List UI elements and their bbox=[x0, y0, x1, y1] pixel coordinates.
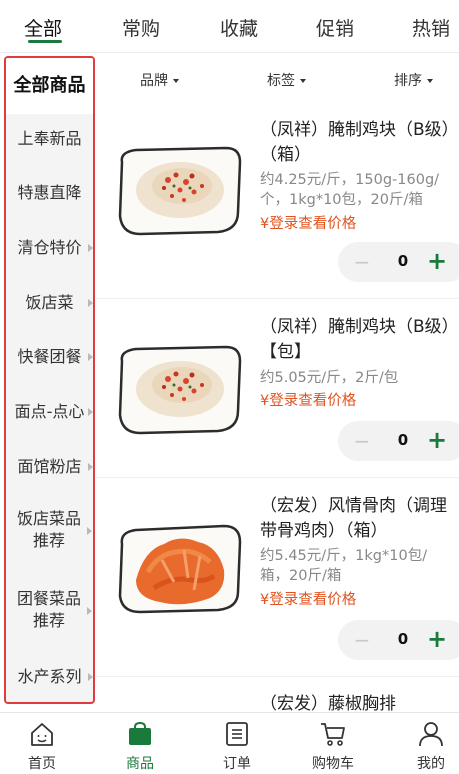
brand-filter[interactable]: 品牌 bbox=[140, 70, 179, 90]
cart-icon bbox=[321, 723, 345, 746]
decrease-quantity-button[interactable]: − bbox=[352, 628, 372, 652]
product-image bbox=[118, 524, 242, 614]
increase-quantity-button[interactable]: + bbox=[426, 247, 448, 275]
chevron-right-icon bbox=[88, 673, 93, 681]
sidebar-item-label: 上奉新品 bbox=[17, 129, 82, 148]
category-sidebar: 全部商品 上奉新品 特惠直降 清仓特价 饭店菜 快餐团餐 面点-点心 面馆粉店 … bbox=[4, 56, 95, 704]
chevron-right-icon bbox=[88, 408, 93, 416]
chevron-right-icon bbox=[87, 527, 92, 535]
caret-down-icon bbox=[173, 79, 179, 83]
product-name[interactable]: （宏发）风情骨肉（调理带骨鸡肉）（箱） bbox=[260, 494, 455, 544]
product-spec: 约5.45元/斤，1kg*10包/箱，20斤/箱 bbox=[260, 548, 428, 584]
product-card[interactable]: （宏发）风情骨肉（调理带骨鸡肉）（箱） 约5.45元/斤，1kg*10包/箱，2… bbox=[96, 478, 459, 677]
product-image bbox=[118, 146, 242, 236]
sidebar-item-label: 饭店菜品推荐 bbox=[16, 509, 81, 550]
sidebar-item-noodle-shop[interactable]: 面馆粉店 bbox=[6, 456, 93, 478]
sidebar-item-all-products[interactable]: 全部商品 bbox=[6, 58, 93, 114]
caret-down-icon bbox=[427, 79, 433, 83]
product-spec: 约5.05元/斤，2斤/包 bbox=[260, 370, 399, 386]
sidebar-item-clearance[interactable]: 清仓特价 bbox=[6, 237, 93, 259]
tag-filter-label: 标签 bbox=[267, 73, 295, 89]
chevron-right-icon bbox=[88, 299, 93, 307]
sort-filter[interactable]: 排序 bbox=[394, 70, 433, 90]
sidebar-item-label: 面点-点心 bbox=[14, 402, 85, 421]
product-price[interactable]: ¥登录查看价格 bbox=[260, 389, 356, 410]
active-tab-indicator bbox=[28, 40, 62, 43]
quantity-stepper: − 0 + bbox=[338, 421, 459, 461]
shopping-bag-icon bbox=[129, 721, 151, 745]
sidebar-item-pastry[interactable]: 面点-点心 bbox=[6, 401, 93, 423]
sidebar-item-label: 面馆粉店 bbox=[17, 457, 82, 476]
chevron-right-icon bbox=[88, 353, 93, 361]
increase-quantity-button[interactable]: + bbox=[426, 625, 448, 653]
sidebar-item-label: 快餐团餐 bbox=[17, 347, 82, 366]
tag-filter[interactable]: 标签 bbox=[267, 70, 306, 90]
nav-label: 商品 bbox=[126, 756, 154, 772]
product-price[interactable]: ¥登录查看价格 bbox=[260, 212, 356, 233]
chevron-right-icon bbox=[88, 244, 93, 252]
user-icon bbox=[419, 722, 443, 747]
nav-products[interactable]: 商品 bbox=[105, 713, 175, 774]
sidebar-item-label: 清仓特价 bbox=[17, 238, 82, 257]
sidebar-item-label: 饭店菜 bbox=[25, 293, 74, 312]
order-list-icon bbox=[226, 722, 248, 746]
brand-filter-label: 品牌 bbox=[140, 73, 168, 89]
nav-cart[interactable]: 购物车 bbox=[298, 713, 368, 774]
quantity-value: 0 bbox=[397, 630, 409, 648]
tab-favorites[interactable]: 收藏 bbox=[220, 14, 258, 41]
sidebar-item-restaurant-dishes[interactable]: 饭店菜 bbox=[6, 292, 93, 314]
tab-promotions[interactable]: 促销 bbox=[316, 14, 354, 41]
tab-hot-sales[interactable]: 热销 bbox=[412, 14, 450, 41]
product-name[interactable]: （凤祥）腌制鸡块（B级）（箱） bbox=[260, 118, 455, 168]
sidebar-item-fast-food[interactable]: 快餐团餐 bbox=[6, 346, 93, 368]
decrease-quantity-button[interactable]: − bbox=[352, 429, 372, 453]
nav-label: 订单 bbox=[223, 756, 251, 772]
product-name[interactable]: （宏发）藤椒胸排 bbox=[260, 692, 455, 712]
sidebar-item-special-discount[interactable]: 特惠直降 bbox=[6, 182, 93, 204]
increase-quantity-button[interactable]: + bbox=[426, 426, 448, 454]
home-icon bbox=[31, 723, 53, 746]
product-card[interactable]: （凤祥）腌制鸡块（B级）（箱） 约4.25元/斤，150g-160g/个，1kg… bbox=[96, 100, 459, 299]
filter-bar: 品牌 标签 排序 bbox=[96, 58, 459, 98]
top-tab-bar: 全部 常购 收藏 促销 热销 bbox=[0, 0, 459, 53]
quantity-value: 0 bbox=[397, 431, 409, 449]
sidebar-item-seafood[interactable]: 水产系列 bbox=[6, 666, 93, 688]
quantity-value: 0 bbox=[397, 252, 409, 270]
sidebar-item-new-arrivals[interactable]: 上奉新品 bbox=[6, 128, 93, 150]
nav-label: 购物车 bbox=[312, 756, 354, 772]
product-name[interactable]: （凤祥）腌制鸡块（B级）【包】 bbox=[260, 315, 455, 365]
product-price[interactable]: ¥登录查看价格 bbox=[260, 588, 356, 609]
product-image bbox=[114, 705, 246, 712]
caret-down-icon bbox=[300, 79, 306, 83]
sidebar-item-label: 全部商品 bbox=[13, 75, 86, 96]
bottom-navigation: 首页 商品 订单 购物车 我的 bbox=[0, 712, 459, 774]
decrease-quantity-button[interactable]: − bbox=[352, 250, 372, 274]
nav-label: 首页 bbox=[28, 756, 56, 772]
quantity-stepper: − 0 + bbox=[338, 620, 459, 660]
tab-frequent[interactable]: 常购 bbox=[122, 14, 160, 41]
sidebar-item-label: 特惠直降 bbox=[17, 183, 82, 202]
sort-filter-label: 排序 bbox=[394, 73, 422, 89]
nav-home[interactable]: 首页 bbox=[7, 713, 77, 774]
nav-orders[interactable]: 订单 bbox=[202, 713, 272, 774]
nav-me[interactable]: 我的 bbox=[396, 713, 459, 774]
chevron-right-icon bbox=[87, 607, 92, 615]
sidebar-item-restaurant-recommend[interactable]: 饭店菜品推荐 bbox=[9, 508, 92, 552]
tab-all[interactable]: 全部 bbox=[24, 14, 62, 41]
nav-label: 我的 bbox=[417, 756, 445, 772]
product-card[interactable]: （宏发）藤椒胸排 bbox=[96, 677, 459, 712]
quantity-stepper: − 0 + bbox=[338, 242, 459, 282]
sidebar-item-group-meal-recommend[interactable]: 团餐菜品推荐 bbox=[9, 588, 92, 632]
chevron-right-icon bbox=[88, 463, 93, 471]
sidebar-item-label: 团餐菜品推荐 bbox=[16, 589, 81, 630]
product-card[interactable]: （凤祥）腌制鸡块（B级）【包】 约5.05元/斤，2斤/包 ¥登录查看价格 − … bbox=[96, 299, 459, 478]
sidebar-item-label: 水产系列 bbox=[17, 667, 82, 686]
product-image bbox=[118, 345, 242, 435]
product-spec: 约4.25元/斤，150g-160g/个，1kg*10包，20斤/箱 bbox=[260, 172, 440, 208]
